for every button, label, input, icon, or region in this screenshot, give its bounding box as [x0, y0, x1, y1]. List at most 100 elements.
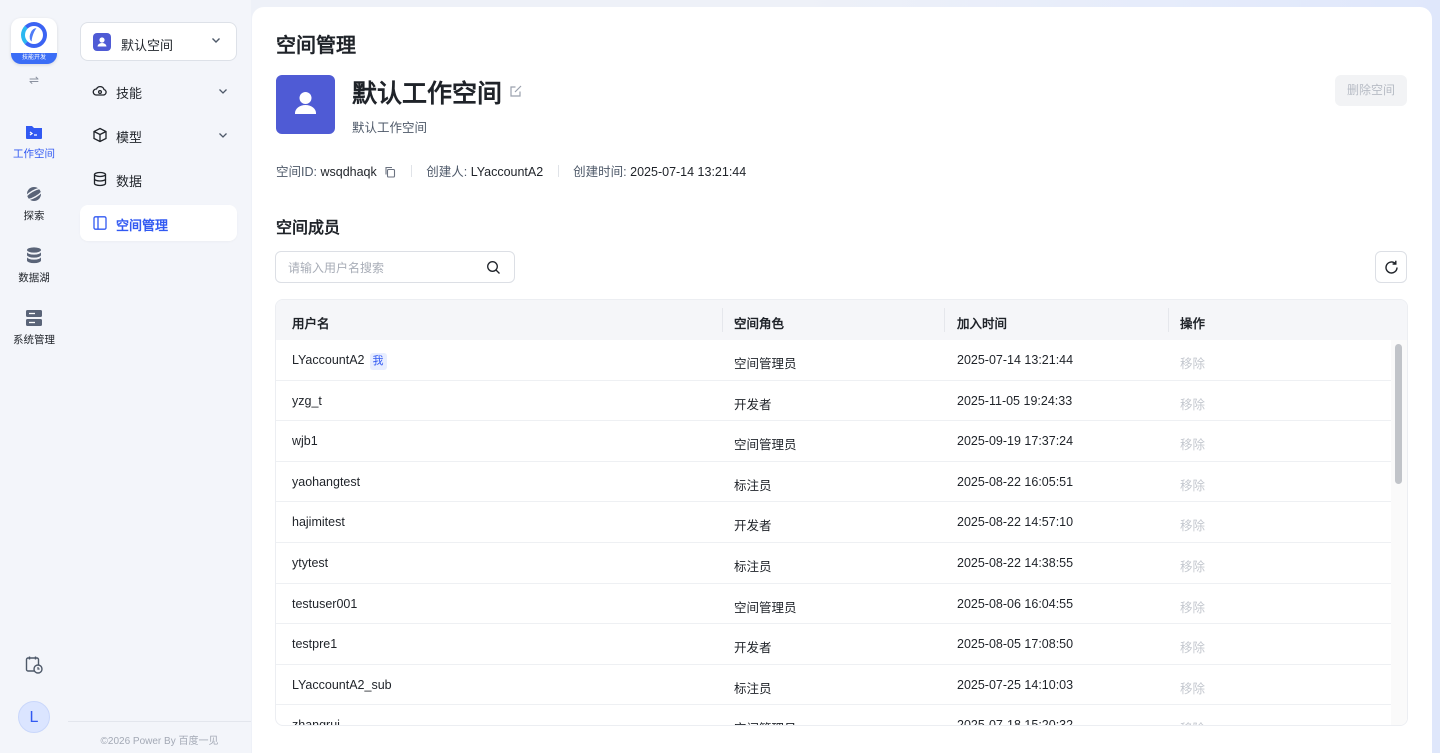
member-search: [275, 251, 515, 283]
table-row: testpre1 开发者 2025-08-05 17:08:50 移除: [276, 624, 1391, 665]
workspace-name: 默认工作空间: [352, 80, 503, 108]
rail-item-label: 系统管理: [13, 334, 55, 346]
nav-item-label: 模型: [116, 130, 143, 145]
username: wjb1: [292, 434, 318, 449]
remove-member-link[interactable]: 移除: [1180, 597, 1205, 616]
delete-space-button[interactable]: 删除空间: [1335, 75, 1407, 106]
database-icon: [27, 247, 41, 264]
member-search-input[interactable]: [288, 259, 478, 277]
app-logo[interactable]: 技能开发: [11, 18, 57, 64]
joined-time-cell: 2025-09-19 17:37:24: [957, 434, 1074, 449]
remove-member-link[interactable]: 移除: [1180, 434, 1205, 453]
username: LYaccountA2_sub: [292, 677, 392, 692]
joined-time-cell: 2025-08-05 17:08:50: [957, 637, 1074, 652]
remove-member-link[interactable]: 移除: [1180, 637, 1205, 656]
table-body: LYaccountA2 我空间管理员 2025-07-14 13:21:44 移除 yz…: [276, 340, 1391, 726]
nav-item-data[interactable]: 数据: [80, 161, 237, 197]
table-row: yzg_t 开发者 2025-11-05 19:24:33 移除: [276, 381, 1391, 422]
book-icon: [93, 216, 107, 230]
role-cell: 开发者: [734, 519, 772, 534]
username: LYaccountA2: [292, 353, 365, 367]
nav-item-space-management[interactable]: 空间管理: [80, 205, 237, 241]
username: yzg_t: [292, 393, 322, 408]
table-row: zhangrui 空间管理员 2025-07-18 15:20:32 移除: [276, 705, 1391, 726]
members-table: 用户名 空间角色 加入时间 操作 LYaccountA2 我空间管理员 2025-0…: [275, 299, 1408, 726]
remove-member-link[interactable]: 移除: [1180, 678, 1205, 697]
rail-item-datalake[interactable]: 数据湖: [0, 246, 68, 285]
user-avatar[interactable]: L: [18, 701, 50, 733]
main-panel: 空间管理 默认工作空间 默认工作空间 删除空间 空间ID: wsqdhaqk 创…: [252, 7, 1432, 753]
column-header-joined: 加入时间: [957, 317, 1008, 331]
remove-member-link[interactable]: 移除: [1180, 475, 1205, 494]
joined-time-cell: 2025-08-22 14:57:10: [957, 515, 1074, 530]
username-cell: LYaccountA2_sub: [292, 678, 392, 692]
scrollbar-thumb[interactable]: [1395, 344, 1402, 484]
nav-item-skills[interactable]: 技能: [80, 73, 237, 109]
nav-item-label: 技能: [116, 86, 143, 101]
username-cell: testpre1: [292, 637, 337, 651]
role-cell: 空间管理员: [734, 357, 797, 371]
logo-mark-icon: [21, 22, 47, 48]
edit-icon[interactable]: [509, 84, 523, 98]
rail-item-label: 探索: [23, 210, 45, 222]
table-row: wjb1 空间管理员 2025-09-19 17:37:24 移除: [276, 421, 1391, 462]
role-cell: 开发者: [734, 641, 772, 656]
workspace-select[interactable]: 默认空间: [80, 22, 237, 61]
search-icon[interactable]: [486, 260, 501, 275]
rail-item-explore[interactable]: 探索: [0, 184, 68, 223]
username: hajimitest: [292, 515, 345, 530]
username-cell: yzg_t: [292, 394, 322, 408]
column-divider: [944, 308, 945, 332]
workspace-meta: 空间ID: wsqdhaqk 创建人: LYaccountA2 创建时间: 20…: [276, 161, 746, 180]
terminal-folder-icon: [26, 126, 42, 139]
calendar-clock-icon[interactable]: [24, 655, 44, 675]
remove-member-link[interactable]: 移除: [1180, 515, 1205, 534]
remove-member-link[interactable]: 移除: [1180, 394, 1205, 413]
username-cell: zhangrui: [292, 718, 340, 725]
space-id-label: 空间ID:: [276, 165, 317, 179]
role-cell: 空间管理员: [734, 718, 797, 725]
chevron-down-icon: [219, 89, 227, 94]
chevron-down-icon: [219, 133, 227, 138]
workspace-select-label: 默认空间: [121, 38, 174, 53]
role-cell: 标注员: [734, 478, 772, 493]
skill-icon: [92, 85, 107, 96]
table-row: hajimitest 开发者 2025-08-22 14:57:10 移除: [276, 502, 1391, 543]
remove-member-link[interactable]: 移除: [1180, 556, 1205, 575]
table-scrollbar[interactable]: [1391, 340, 1407, 725]
me-badge: 我: [369, 353, 387, 370]
workspace-description: 默认工作空间: [352, 121, 428, 135]
username: ytytest: [292, 555, 329, 570]
table-row: testuser001 空间管理员 2025-08-06 16:04:55 移除: [276, 584, 1391, 625]
role-cell: 标注员: [734, 559, 772, 574]
server-icon: [26, 310, 42, 326]
switch-icon[interactable]: ⇌: [27, 73, 41, 87]
username-cell: ytytest: [292, 556, 328, 570]
database-icon: [93, 171, 107, 187]
created-time-value: 2025-07-14 13:21:44: [630, 165, 747, 179]
logo-tag: 技能开发: [11, 53, 57, 64]
rail-item-workspace[interactable]: 工作空间: [0, 122, 68, 161]
members-section-title: 空间成员: [276, 220, 341, 237]
table-row: ytytest 标注员 2025-08-22 14:38:55 移除: [276, 543, 1391, 584]
rail-item-label: 数据湖: [18, 272, 50, 284]
creator-value: LYaccountA2: [470, 165, 544, 179]
username-cell: testuser001: [292, 597, 357, 611]
rail-item-system[interactable]: 系统管理: [0, 308, 68, 347]
page-title: 空间管理: [276, 35, 356, 57]
copy-icon[interactable]: [384, 166, 396, 178]
role-cell: 空间管理员: [734, 600, 797, 615]
column-header-username: 用户名: [292, 317, 330, 331]
username: testuser001: [292, 596, 358, 611]
remove-member-link[interactable]: 移除: [1180, 353, 1205, 372]
nav-item-models[interactable]: 模型: [80, 117, 237, 153]
remove-member-link[interactable]: 移除: [1180, 718, 1205, 725]
refresh-button[interactable]: [1375, 251, 1407, 283]
nav-item-label: 空间管理: [116, 218, 169, 233]
username-cell: wjb1: [292, 434, 318, 448]
username: testpre1: [292, 637, 338, 652]
workspace-icon: [93, 33, 111, 51]
joined-time-cell: 2025-07-18 15:20:32: [957, 718, 1074, 726]
joined-time-cell: 2025-07-14 13:21:44: [957, 353, 1074, 367]
cube-icon: [93, 127, 107, 143]
